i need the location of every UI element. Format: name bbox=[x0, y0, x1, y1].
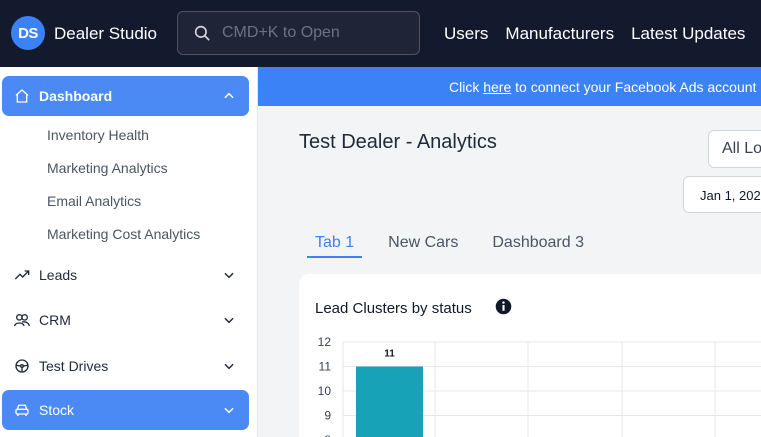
search-icon bbox=[194, 25, 210, 41]
y-tick-label: 8 bbox=[324, 433, 331, 437]
users-icon bbox=[13, 311, 31, 329]
brand-name[interactable]: Dealer Studio bbox=[54, 24, 157, 44]
sidebar-item-label: Test Drives bbox=[39, 358, 109, 374]
banner-link[interactable]: here bbox=[483, 79, 511, 95]
y-tick-label: 11 bbox=[319, 360, 332, 374]
nav-latest-updates[interactable]: Latest Updates bbox=[631, 24, 745, 44]
y-tick-label: 12 bbox=[318, 335, 332, 349]
date-range-button[interactable]: Jan 1, 202 bbox=[683, 176, 761, 213]
page-title: Test Dealer - Analytics bbox=[299, 131, 497, 153]
banner-prefix: Click bbox=[449, 79, 484, 95]
tab-new-cars[interactable]: New Cars bbox=[388, 234, 466, 258]
sidebar-sub-inventory-health[interactable]: Inventory Health bbox=[47, 127, 149, 143]
lead-clusters-card: Lead Clusters by status 1211109811 bbox=[299, 274, 761, 437]
sidebar-item-label: CRM bbox=[39, 312, 71, 328]
facebook-connect-banner: Click here to connect your Facebook Ads … bbox=[258, 67, 761, 106]
sidebar-item-stock[interactable]: Stock bbox=[2, 390, 249, 430]
bar-data-label: 11 bbox=[384, 349, 395, 360]
sidebar-sub-marketing-analytics[interactable]: Marketing Analytics bbox=[47, 160, 168, 176]
chevron-up-icon[interactable] bbox=[222, 89, 236, 103]
banner-suffix: to connect your Facebook Ads account bbox=[511, 79, 757, 95]
top-nav: DS Dealer Studio Users Manufacturers Lat… bbox=[0, 0, 761, 67]
car-icon bbox=[13, 401, 31, 419]
lead-clusters-chart: 12 11 10 9 8 11 bbox=[318, 335, 761, 437]
tab-dashboard-3[interactable]: Dashboard 3 bbox=[492, 234, 592, 258]
sidebar-item-leads[interactable]: Leads bbox=[2, 255, 249, 295]
chevron-down-icon[interactable] bbox=[222, 359, 236, 373]
home-icon bbox=[13, 87, 31, 105]
search-box[interactable] bbox=[177, 11, 420, 55]
sidebar-item-dashboard[interactable]: Dashboard bbox=[2, 76, 249, 116]
chevron-down-icon[interactable] bbox=[222, 313, 236, 327]
chevron-down-icon[interactable] bbox=[222, 403, 236, 417]
y-tick-label: 10 bbox=[318, 384, 332, 398]
sidebar-item-label: Stock bbox=[39, 402, 75, 418]
nav-manufacturers[interactable]: Manufacturers bbox=[505, 24, 614, 44]
sidebar-item-label: Dashboard bbox=[39, 88, 113, 104]
chevron-down-icon[interactable] bbox=[222, 268, 236, 282]
search-input[interactable] bbox=[222, 24, 412, 42]
bar bbox=[356, 366, 423, 437]
sidebar-item-test-drives[interactable]: Test Drives bbox=[2, 346, 249, 386]
sidebar-item-crm[interactable]: CRM bbox=[2, 300, 249, 340]
sidebar-sub-email-analytics[interactable]: Email Analytics bbox=[47, 193, 141, 209]
y-tick-label: 9 bbox=[324, 409, 331, 423]
logo[interactable]: DS bbox=[11, 16, 45, 50]
steering-wheel-icon bbox=[13, 357, 31, 375]
sidebar-sub-marketing-cost-analytics[interactable]: Marketing Cost Analytics bbox=[47, 226, 200, 242]
tab-1[interactable]: Tab 1 bbox=[307, 234, 363, 258]
trend-up-icon bbox=[13, 266, 31, 284]
location-select[interactable]: All Lo bbox=[708, 130, 761, 168]
nav-users[interactable]: Users bbox=[444, 24, 488, 44]
tab-bar: Tab 1 New Cars Dashboard 3 bbox=[307, 234, 618, 258]
sidebar-item-label: Leads bbox=[39, 267, 78, 283]
sidebar: Dashboard Inventory Health Marketing Ana… bbox=[0, 67, 258, 437]
